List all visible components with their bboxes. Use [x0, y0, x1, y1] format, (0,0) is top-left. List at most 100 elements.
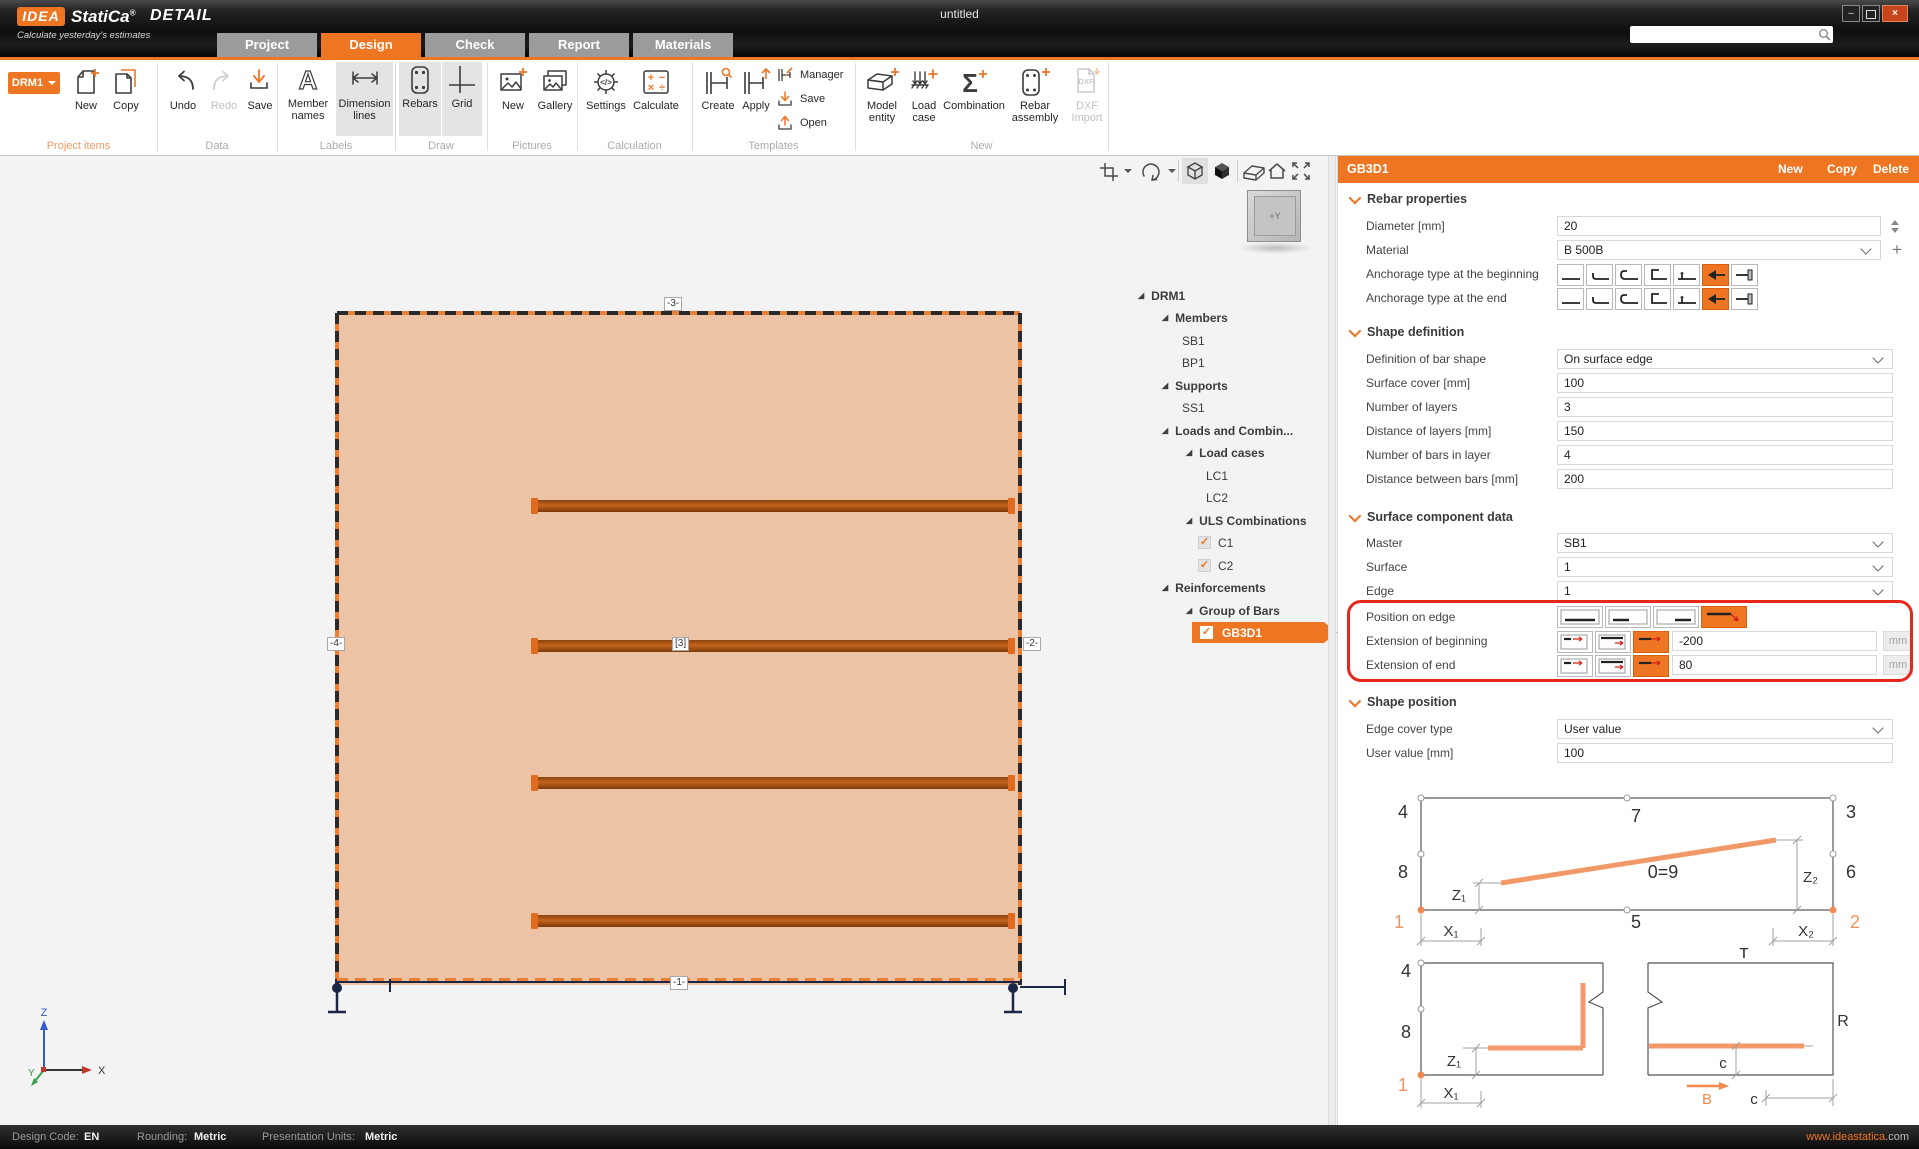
collapse-chevron-icon[interactable]: [1349, 694, 1362, 707]
view-cube[interactable]: +Y: [1247, 190, 1301, 242]
tree-item-loads[interactable]: ◢Loads and Combin...: [1162, 420, 1293, 441]
tree-item-bp1[interactable]: BP1: [1182, 352, 1205, 373]
expand-triangle-icon[interactable]: ◢: [1162, 382, 1168, 390]
settings-button[interactable]: </> Settings: [583, 64, 629, 112]
edge-select[interactable]: 1: [1557, 581, 1893, 601]
section-shape-definition[interactable]: Shape definition: [1349, 325, 1464, 339]
wireframe-view-button[interactable]: [1182, 158, 1208, 184]
anchorage-hook-135-icon[interactable]: [1615, 264, 1642, 286]
website-link[interactable]: www.ideastatica.com: [1806, 1131, 1909, 1143]
calculate-button[interactable]: +−×÷ Calculate: [630, 64, 682, 112]
tree-item-gb3d1-selected[interactable]: ✓GB3D1: [1192, 622, 1337, 643]
chevron-down-icon[interactable]: [1168, 169, 1176, 173]
template-save-button[interactable]: Save: [776, 89, 825, 109]
anchorage-hook-90-icon[interactable]: [1586, 264, 1613, 286]
ext-value-icon-selected[interactable]: [1633, 631, 1669, 653]
anchorage-hook-180-icon[interactable]: [1644, 288, 1671, 310]
tree-item-group-of-bars[interactable]: ◢Group of Bars: [1186, 600, 1280, 621]
stepper-up-icon[interactable]: [1891, 220, 1899, 225]
anchorage-head-icon-selected[interactable]: [1702, 264, 1729, 286]
grid-toggle[interactable]: Grid: [442, 62, 482, 136]
num-layers-input[interactable]: 3: [1557, 397, 1893, 417]
clipped-view-button[interactable]: [1241, 161, 1267, 183]
rebar-layer-4[interactable]: [533, 915, 1013, 927]
master-select[interactable]: SB1: [1557, 533, 1893, 553]
anchorage-foot-icon[interactable]: [1673, 264, 1700, 286]
copy-project-item-button[interactable]: Copy: [106, 64, 146, 112]
dist-bars-input[interactable]: 200: [1557, 469, 1893, 489]
delete-rebar-button[interactable]: Delete: [1873, 162, 1909, 176]
tab-report[interactable]: Report: [529, 33, 629, 57]
anchorage-plate-icon[interactable]: [1731, 288, 1758, 310]
section-surface-component[interactable]: Surface component data: [1349, 510, 1513, 524]
add-material-button[interactable]: +: [1889, 240, 1905, 260]
combination-button[interactable]: Σ Combination: [944, 64, 1004, 112]
tab-check[interactable]: Check: [425, 33, 525, 57]
maximize-button[interactable]: [1862, 5, 1880, 22]
extension-begin-input[interactable]: -200: [1672, 631, 1877, 651]
expand-triangle-icon[interactable]: ◢: [1162, 427, 1168, 435]
close-button[interactable]: ×: [1882, 5, 1908, 22]
undo-button[interactable]: Undo: [163, 64, 203, 112]
extension-end-input[interactable]: 80: [1672, 655, 1877, 675]
tab-project[interactable]: Project: [217, 33, 317, 57]
position-end-icon[interactable]: [1653, 606, 1699, 628]
tree-scrollbar[interactable]: [1328, 156, 1336, 1125]
rebar-assembly-button[interactable]: Rebar assembly: [1006, 64, 1064, 124]
section-shape-position[interactable]: Shape position: [1349, 695, 1457, 709]
tree-item-lc2[interactable]: LC2: [1206, 487, 1228, 508]
search-icon[interactable]: [1818, 28, 1831, 41]
user-value-input[interactable]: 100: [1557, 743, 1893, 763]
dimension-lines-toggle[interactable]: Dimension lines: [336, 62, 393, 136]
tree-item-reinforcements[interactable]: ◢Reinforcements: [1162, 577, 1266, 598]
expand-triangle-icon[interactable]: ◢: [1138, 292, 1144, 300]
expand-triangle-icon[interactable]: ◢: [1186, 607, 1192, 615]
diameter-stepper[interactable]: [1887, 216, 1903, 236]
collapse-chevron-icon[interactable]: [1349, 324, 1362, 337]
save-button[interactable]: Save: [245, 64, 275, 112]
template-create-button[interactable]: Create: [698, 64, 738, 112]
new-project-item-button[interactable]: New: [68, 64, 104, 112]
tree-item-members[interactable]: ◢Members: [1162, 307, 1228, 328]
zoom-fit-button[interactable]: [1290, 160, 1312, 182]
new-picture-button[interactable]: New: [493, 64, 533, 112]
view-cube-face[interactable]: +Y: [1254, 196, 1296, 236]
ext-long-icon[interactable]: [1595, 655, 1631, 677]
template-open-button[interactable]: Open: [776, 113, 827, 133]
anchorage-straight-icon[interactable]: [1557, 264, 1584, 286]
checkbox-checked[interactable]: ✓: [1200, 626, 1213, 639]
stepper-down-icon[interactable]: [1891, 228, 1899, 233]
crop-view-button[interactable]: [1098, 161, 1120, 183]
new-rebar-button[interactable]: New: [1778, 162, 1803, 176]
tree-item-supports[interactable]: ◢Supports: [1162, 375, 1228, 396]
position-full-icon[interactable]: [1557, 606, 1603, 628]
ext-short-icon[interactable]: [1557, 655, 1593, 677]
num-bars-input[interactable]: 4: [1557, 445, 1893, 465]
checkbox-checked[interactable]: ✓: [1198, 536, 1211, 549]
gallery-button[interactable]: Gallery: [535, 64, 575, 112]
expand-triangle-icon[interactable]: ◢: [1186, 517, 1192, 525]
chevron-down-icon[interactable]: [1124, 169, 1132, 173]
tree-item-c2[interactable]: ✓C2: [1198, 555, 1233, 576]
collapse-chevron-icon[interactable]: [1349, 509, 1362, 522]
tree-item-drm1[interactable]: ◢DRM1: [1138, 285, 1185, 306]
tree-item-ss1[interactable]: SS1: [1182, 397, 1205, 418]
edge-cover-select[interactable]: User value: [1557, 719, 1893, 739]
ext-long-icon[interactable]: [1595, 631, 1631, 653]
copy-rebar-button[interactable]: Copy: [1827, 162, 1857, 176]
anchorage-hook-90-icon[interactable]: [1586, 288, 1613, 310]
ext-short-icon[interactable]: [1557, 631, 1593, 653]
anchorage-plate-icon[interactable]: [1731, 264, 1758, 286]
minimize-button[interactable]: –: [1842, 5, 1860, 22]
expand-triangle-icon[interactable]: ◢: [1162, 314, 1168, 322]
search-input[interactable]: [1632, 26, 1818, 45]
model-entity-button[interactable]: Model entity: [860, 64, 904, 124]
material-select[interactable]: B 500B: [1557, 240, 1881, 260]
tab-design[interactable]: Design: [321, 33, 421, 57]
section-rebar-properties[interactable]: Rebar properties: [1349, 192, 1467, 206]
tree-item-load-cases[interactable]: ◢Load cases: [1186, 442, 1265, 463]
surface-cover-input[interactable]: 100: [1557, 373, 1893, 393]
expand-triangle-icon[interactable]: ◢: [1186, 449, 1192, 457]
bar-shape-select[interactable]: On surface edge: [1557, 349, 1893, 369]
anchorage-hook-180-icon[interactable]: [1644, 264, 1671, 286]
